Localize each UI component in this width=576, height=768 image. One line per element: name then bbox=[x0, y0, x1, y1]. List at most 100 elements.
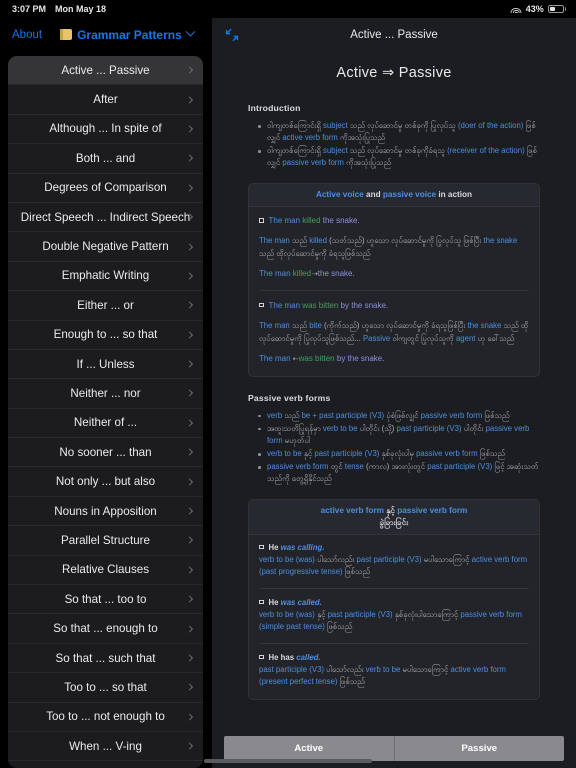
sidebar-item-emphatic-writing[interactable]: Emphatic Writing bbox=[8, 262, 203, 292]
sidebar-item-so-that-such-that[interactable]: So that ... such that bbox=[8, 644, 203, 674]
text-run: passive verb form bbox=[397, 506, 468, 516]
tab-active[interactable]: Active bbox=[224, 735, 395, 761]
text-run: was bitten bbox=[302, 300, 339, 310]
section-heading-introduction: Introduction bbox=[248, 103, 301, 113]
text-run: ဝါကျတစ်ကြောင်းရှိ bbox=[267, 146, 324, 156]
chevron-right-icon bbox=[185, 66, 194, 74]
sidebar-item-enough-to-so-that[interactable]: Enough to ... so that bbox=[8, 321, 203, 350]
text-run: He bbox=[268, 542, 281, 552]
chevron-right-icon bbox=[185, 242, 194, 251]
detail-scroll-area[interactable]: Active ⇒ Passive Introduction ဝါကျတစ်ကြေ… bbox=[212, 51, 576, 722]
sidebar-item-neither-nor[interactable]: Neither ... nor bbox=[8, 379, 203, 409]
text-run: ကိုအသုံးပြုသည် bbox=[337, 133, 386, 143]
example-text: He was called. bbox=[269, 598, 322, 607]
text-run: သည် bbox=[282, 410, 302, 420]
about-button[interactable]: About bbox=[12, 29, 42, 41]
text-run: နှစ်ခုလုံးပါမှ bbox=[379, 448, 417, 458]
document-body: Active ⇒ Passive Introduction ဝါကျတစ်ကြေ… bbox=[212, 51, 576, 710]
text-run: ဖြစ်သည် bbox=[324, 622, 353, 632]
sidebar-item-label: So that ... too to bbox=[64, 592, 147, 606]
page-title: Active ⇒ Passive bbox=[336, 65, 452, 81]
divider bbox=[259, 289, 529, 291]
expand-collapse-icon[interactable] bbox=[224, 27, 240, 43]
card2-heading: active verb form နှင့် passive verb form… bbox=[249, 500, 539, 535]
text-run: The man bbox=[259, 269, 293, 279]
sidebar-item-parallel-structure[interactable]: Parallel Structure bbox=[8, 526, 203, 556]
sidebar-item-nouns-in-apposition[interactable]: Nouns in Apposition bbox=[8, 497, 203, 527]
card2-body: He was calling. verb to be (was) ပါသော်လည… bbox=[249, 535, 539, 699]
text-run: နှင့် bbox=[314, 609, 328, 619]
example-text: The man was bitten by the snake. bbox=[269, 300, 389, 312]
sidebar-item-too-to-not-enough-to[interactable]: Too to ... not enough to bbox=[8, 703, 203, 732]
sidebar-item-although-in-spite-of[interactable]: Although ... In spite of bbox=[8, 115, 203, 145]
sidebar-item-label: Double Negative Pattern bbox=[42, 240, 169, 254]
sidebar-item-so-that-too-to[interactable]: So that ... too to bbox=[8, 585, 203, 615]
text-run: The man bbox=[259, 320, 290, 330]
sidebar-item-label: So that ... enough to bbox=[53, 622, 158, 636]
status-bar-right: 43% bbox=[510, 4, 566, 14]
sidebar-item-degrees-of-comparison[interactable]: Degrees of Comparison bbox=[8, 174, 203, 203]
text-run: passive verb form bbox=[416, 448, 478, 458]
text-run: passive verb form bbox=[420, 410, 483, 420]
sidebar-item-direct-speech-indirect-speech[interactable]: Direct Speech ... Indirect Speech bbox=[8, 203, 203, 233]
text-run: နှင့် bbox=[301, 448, 315, 458]
example-sentence: He was calling. bbox=[259, 543, 529, 552]
bullet-square-icon bbox=[259, 599, 264, 605]
chevron-right-icon bbox=[185, 96, 194, 104]
text-run: the snake. bbox=[317, 269, 355, 279]
tab-label: Passive bbox=[461, 742, 498, 754]
text-run: He bbox=[268, 597, 281, 607]
text-run: He has bbox=[268, 652, 297, 662]
text-run: agent bbox=[455, 333, 476, 343]
sidebar-list[interactable]: Active ... Passive After Although ... In s… bbox=[8, 56, 203, 768]
card1-heading: Active voice and passive voice in action bbox=[249, 184, 539, 208]
chevron-right-icon bbox=[185, 389, 194, 398]
sidebar-item-label: Emphatic Writing bbox=[61, 269, 150, 283]
sidebar-item-label: When ... V-ing bbox=[69, 739, 142, 753]
text-run: bite bbox=[309, 320, 322, 330]
text-run: ဖြစ်သည် bbox=[477, 448, 505, 458]
text-run: subject bbox=[323, 121, 348, 130]
divider bbox=[259, 642, 529, 644]
sidebar-item-so-that-enough-to[interactable]: So that ... enough to bbox=[8, 614, 203, 644]
text-run: မဟုတ်ပါ bbox=[282, 435, 311, 445]
status-time: 3:07 PM bbox=[12, 4, 47, 14]
sidebar-item-label: Nouns in Apposition bbox=[54, 504, 157, 518]
sidebar-item-label: Neither ... nor bbox=[70, 386, 141, 400]
sidebar-item-no-sooner-than[interactable]: No sooner ... than bbox=[8, 438, 203, 468]
text-run: ပါတိုင်း (သို့) bbox=[357, 423, 397, 433]
collection-menu-button[interactable]: Grammar Patterns bbox=[60, 26, 196, 42]
list-item: ဝါကျတစ်ကြောင်းရှိ subject သည် လုပ်ဆောင်မ… bbox=[256, 120, 540, 144]
text-run: passive verb form bbox=[267, 462, 329, 472]
sidebar-item-relative-clauses[interactable]: Relative Clauses bbox=[8, 556, 203, 586]
sidebar-item-not-only-but-also[interactable]: Not only ... but also bbox=[8, 467, 203, 497]
text-run: called. bbox=[296, 652, 321, 662]
sidebar-item-when-v-ing[interactable]: When ... V-ing bbox=[8, 732, 203, 762]
text-run: ဝါကျတွင် ပြုလုပ်သူကို bbox=[390, 333, 456, 343]
text-run: ပါသော်လည်း bbox=[324, 664, 366, 674]
sidebar-item-label: Neither of ... bbox=[73, 416, 138, 430]
text-run: ပါသော်လည်း bbox=[314, 554, 357, 564]
segmented-control[interactable]: Active Passive bbox=[224, 735, 564, 761]
chevron-right-icon bbox=[185, 507, 194, 515]
chevron-right-icon bbox=[185, 683, 194, 691]
text-run: was called. bbox=[280, 597, 322, 607]
text-run: past participle (V3) bbox=[327, 609, 393, 619]
sidebar-item-double-negative-pattern[interactable]: Double Negative Pattern bbox=[8, 232, 203, 262]
sidebar-item-too-to-so-that[interactable]: Too to ... so that bbox=[8, 673, 203, 703]
sidebar-item-either-or[interactable]: Either ... or bbox=[8, 291, 203, 321]
sidebar-item-active-passive[interactable]: Active ... Passive bbox=[8, 56, 203, 86]
text-run: verb bbox=[267, 410, 283, 420]
text-run: Active voice bbox=[315, 190, 364, 200]
text-run: verb to be (was) bbox=[259, 554, 315, 564]
text-run: The man bbox=[259, 354, 293, 364]
text-run: past participle (V3) bbox=[259, 664, 325, 674]
sidebar-item-both-and[interactable]: Both ... and bbox=[8, 144, 203, 174]
chevron-right-icon bbox=[185, 272, 194, 280]
text-run: past participle (V3) bbox=[427, 462, 493, 472]
sidebar-item-after[interactable]: After bbox=[8, 85, 203, 115]
tab-passive[interactable]: Passive bbox=[394, 735, 564, 761]
example-text: He was calling. bbox=[269, 543, 325, 552]
sidebar-item-neither-of[interactable]: Neither of ... bbox=[8, 409, 203, 439]
sidebar-item-if-unless[interactable]: If ... Unless bbox=[8, 350, 203, 380]
